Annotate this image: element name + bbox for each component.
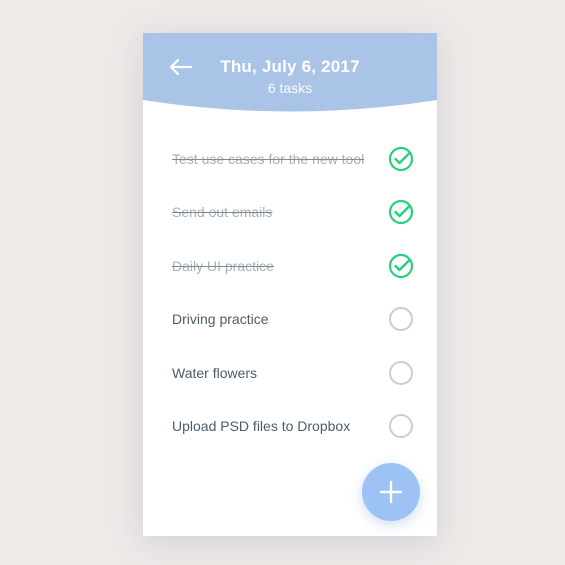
empty-circle-icon[interactable]	[388, 306, 414, 332]
task-row[interactable]: Water flowers	[143, 346, 437, 400]
task-row[interactable]: Driving practice	[143, 293, 437, 347]
task-label: Water flowers	[172, 364, 258, 381]
add-task-button[interactable]	[362, 463, 420, 521]
page-title: Thu, July 6, 2017	[220, 57, 360, 76]
task-row[interactable]: Test use cases for the new tool	[143, 132, 437, 186]
task-row[interactable]: Upload PSD files to Dropbox	[143, 400, 437, 454]
task-list: Test use cases for the new tool Send out …	[143, 132, 437, 453]
empty-circle-icon[interactable]	[388, 360, 414, 386]
task-label: Daily UI practice	[172, 257, 274, 274]
task-row[interactable]: Send out emails	[143, 186, 437, 240]
task-label: Send out emails	[172, 204, 273, 221]
task-card: Thu, July 6, 2017 6 tasks Test use cases…	[143, 33, 437, 536]
task-label: Upload PSD files to Dropbox	[172, 418, 351, 435]
empty-circle-icon[interactable]	[388, 413, 414, 439]
task-label: Test use cases for the new tool	[172, 150, 365, 167]
check-circle-icon[interactable]	[388, 146, 414, 172]
task-label: Driving practice	[172, 311, 269, 328]
task-row[interactable]: Daily UI practice	[143, 239, 437, 293]
task-count: 6 tasks	[267, 80, 313, 96]
header-title-block: Thu, July 6, 2017 6 tasks	[143, 57, 437, 96]
check-circle-icon[interactable]	[388, 199, 414, 225]
check-circle-icon[interactable]	[388, 253, 414, 279]
plus-icon	[379, 480, 403, 504]
